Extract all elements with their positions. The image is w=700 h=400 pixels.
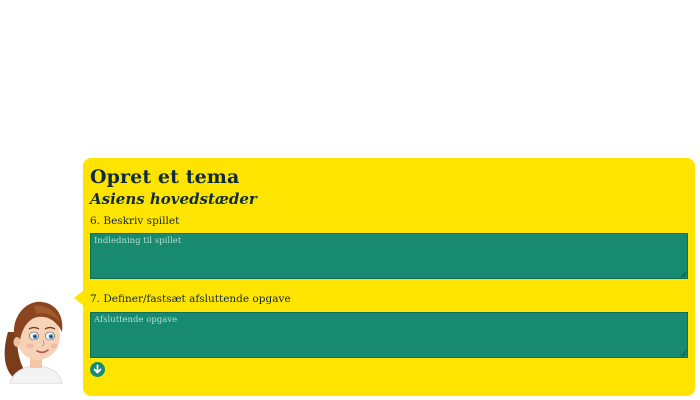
theme-creation-panel: Opret et tema Asiens hovedstæder 6. Besk…: [83, 158, 695, 396]
resize-grip-icon[interactable]: [680, 271, 687, 278]
page: Opret et tema Asiens hovedstæder 6. Besk…: [0, 0, 700, 400]
resize-grip-icon[interactable]: [680, 350, 687, 357]
arrow-down-icon: [93, 364, 102, 374]
guide-avatar-icon: [4, 301, 63, 384]
next-step-button[interactable]: [90, 362, 105, 377]
page-title: Opret et tema: [90, 166, 240, 188]
game-intro-textarea[interactable]: [90, 233, 688, 279]
final-task-textarea[interactable]: [90, 312, 688, 358]
step-6-label: 6. Beskriv spillet: [90, 215, 180, 227]
theme-subtitle: Asiens hovedstæder: [90, 190, 257, 208]
step-7-label: 7. Definer/fastsæt afsluttende opgave: [90, 293, 291, 305]
